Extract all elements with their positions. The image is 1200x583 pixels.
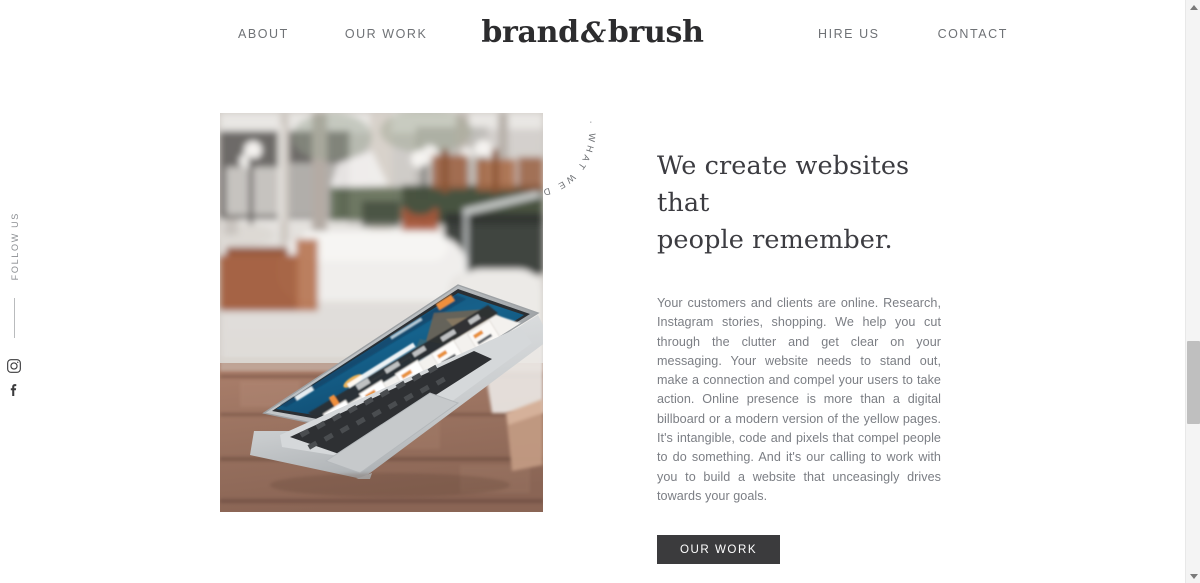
headline-line-1: We create websites that <box>657 151 910 218</box>
logo-ampersand: & <box>580 16 606 49</box>
scroll-up-arrow-icon[interactable] <box>1186 0 1200 14</box>
our-work-button[interactable]: OUR WORK <box>657 535 781 565</box>
top-navigation: ABOUT OUR WORK brand&brush HIRE US CONTA… <box>0 0 1185 68</box>
nav-right-group: HIRE US CONTACT <box>818 27 1008 41</box>
instagram-icon[interactable] <box>6 358 22 374</box>
rail-divider <box>14 298 15 339</box>
facebook-icon[interactable] <box>6 382 22 398</box>
social-follow-rail: FOLLOW US <box>0 212 28 406</box>
page-scrollbar[interactable] <box>1185 0 1200 583</box>
follow-us-label: FOLLOW US <box>9 212 20 281</box>
page-title: We create websites that people remember. <box>657 148 941 259</box>
hero-paragraph: Your customers and clients are online. R… <box>657 296 941 503</box>
logo-text-suffix: brush <box>607 15 704 50</box>
hero-photo-laptop-on-patio-table <box>220 113 543 512</box>
nav-item-hire-us[interactable]: HIRE US <box>818 27 880 41</box>
scrollbar-thumb[interactable] <box>1187 341 1200 424</box>
scroll-down-arrow-icon[interactable] <box>1186 569 1200 583</box>
hero-text-column: We create websites that people remember.… <box>657 148 941 565</box>
nav-item-contact[interactable]: CONTACT <box>938 27 1008 41</box>
headline-line-2: people remember. <box>657 225 893 255</box>
page-root: ABOUT OUR WORK brand&brush HIRE US CONTA… <box>0 0 1200 583</box>
logo-text-prefix: brand <box>481 15 579 50</box>
